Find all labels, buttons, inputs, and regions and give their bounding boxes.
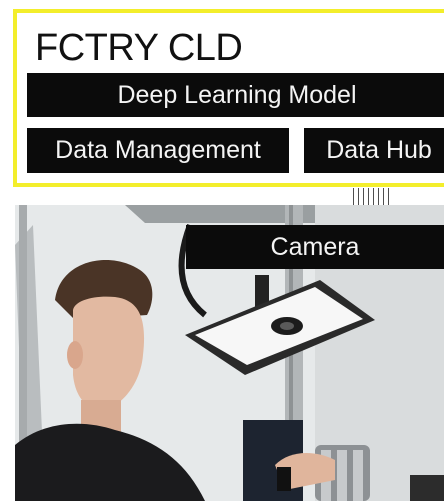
camera-label: Camera xyxy=(186,225,444,269)
brand-title: FCTRY CLD xyxy=(35,27,243,69)
data-hub-block: Data Hub xyxy=(304,128,444,173)
deep-learning-model-block: Deep Learning Model xyxy=(27,73,444,117)
yellow-frame: FCTRY CLD Deep Learning Model Data Manag… xyxy=(13,9,444,187)
data-management-block: Data Management xyxy=(27,128,289,173)
